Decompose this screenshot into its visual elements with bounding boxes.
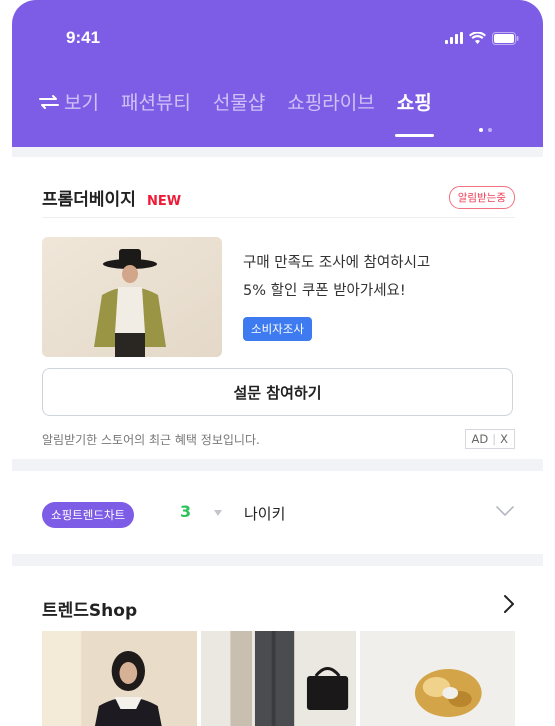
promo-message: 구매 만족도 조사에 참여하시고 5% 할인 쿠폰 받아가세요! xyxy=(243,249,513,305)
promo-thumbnail[interactable] xyxy=(42,237,222,357)
consumer-survey-tag: 소비자조사 xyxy=(243,317,312,341)
promo-title-group[interactable]: 프롬더베이지 NEW xyxy=(42,185,181,210)
tab-gift-shop[interactable]: 선물샵 xyxy=(213,88,265,115)
page-dot xyxy=(488,128,492,132)
top-header: 9:41 보기 패션뷰티 선물샵 쇼핑라이브 쇼핑 xyxy=(12,0,543,147)
tab-fashion-beauty[interactable]: 패션뷰티 xyxy=(121,88,191,115)
status-icons xyxy=(445,31,519,45)
store-name: 프롬더베이지 xyxy=(42,189,136,210)
shopping-trend-chart-chip[interactable]: 쇼핑트렌드차트 xyxy=(42,502,135,528)
ad-separator: | xyxy=(492,432,497,446)
trend-shop-title[interactable]: 트렌드Shop xyxy=(42,596,137,621)
chevron-right-icon[interactable] xyxy=(503,594,515,614)
trend-shop-grid xyxy=(42,631,515,726)
battery-icon xyxy=(492,31,519,45)
phone-screen: 9:41 보기 패션뷰티 선물샵 쇼핑라이브 쇼핑 프롬더베이지 NEW 알림받… xyxy=(12,0,543,726)
trend-item-image xyxy=(42,631,197,726)
category-tabs: 보기 패션뷰티 선물샵 쇼핑라이브 쇼핑 xyxy=(38,88,529,137)
promo-card-header: 프롬더베이지 NEW 알림받는중 xyxy=(42,177,515,218)
trend-item-image xyxy=(201,631,356,726)
trend-shop-section: 트렌드Shop xyxy=(12,566,543,726)
signal-icon xyxy=(445,32,463,44)
trend-shop-item[interactable] xyxy=(360,631,515,726)
model-photo-image xyxy=(42,237,222,357)
ad-label: AD xyxy=(471,432,489,446)
page-dot-active xyxy=(479,128,483,132)
tab-shopping-live[interactable]: 쇼핑라이브 xyxy=(287,88,374,115)
trend-chart-bar[interactable]: 쇼핑트렌드차트 3 나이키 xyxy=(12,471,543,554)
notice-text: 알림받기한 스토어의 최근 혜택 정보입니다. xyxy=(42,433,260,447)
trend-item-image xyxy=(360,631,515,726)
status-bar: 9:41 xyxy=(66,28,519,48)
tab-shopping-label: 쇼핑 xyxy=(396,92,432,114)
rank-change-icon xyxy=(214,510,222,516)
status-time: 9:41 xyxy=(66,28,101,47)
new-badge: NEW xyxy=(146,193,182,209)
wifi-icon xyxy=(469,32,486,44)
trend-shop-item[interactable] xyxy=(42,631,197,726)
survey-participate-button[interactable]: 설문 참여하기 xyxy=(42,368,513,416)
chevron-down-icon[interactable] xyxy=(495,505,515,517)
page-dots xyxy=(479,128,492,132)
swap-icon[interactable] xyxy=(38,94,60,110)
trend-keyword[interactable]: 나이키 xyxy=(244,503,285,524)
alert-subscribed-button[interactable]: 알림받는중 xyxy=(448,185,515,209)
store-promo-card: 프롬더베이지 NEW 알림받는중 구매 만족도 조사에 참여하시고 5% 할인 … xyxy=(12,157,543,459)
tab-shopping[interactable]: 쇼핑 xyxy=(394,88,434,137)
trend-rank: 3 xyxy=(180,502,192,521)
active-tab-indicator xyxy=(394,134,434,137)
trend-shop-item[interactable] xyxy=(201,631,356,726)
promo-message-line-1: 구매 만족도 조사에 참여하시고 xyxy=(243,255,431,271)
tab-view[interactable]: 보기 xyxy=(64,88,99,115)
promo-message-line-2: 5% 할인 쿠폰 받아가세요! xyxy=(243,283,406,299)
ad-close-button[interactable]: X xyxy=(500,432,508,446)
ad-indicator: AD | X xyxy=(464,429,515,449)
